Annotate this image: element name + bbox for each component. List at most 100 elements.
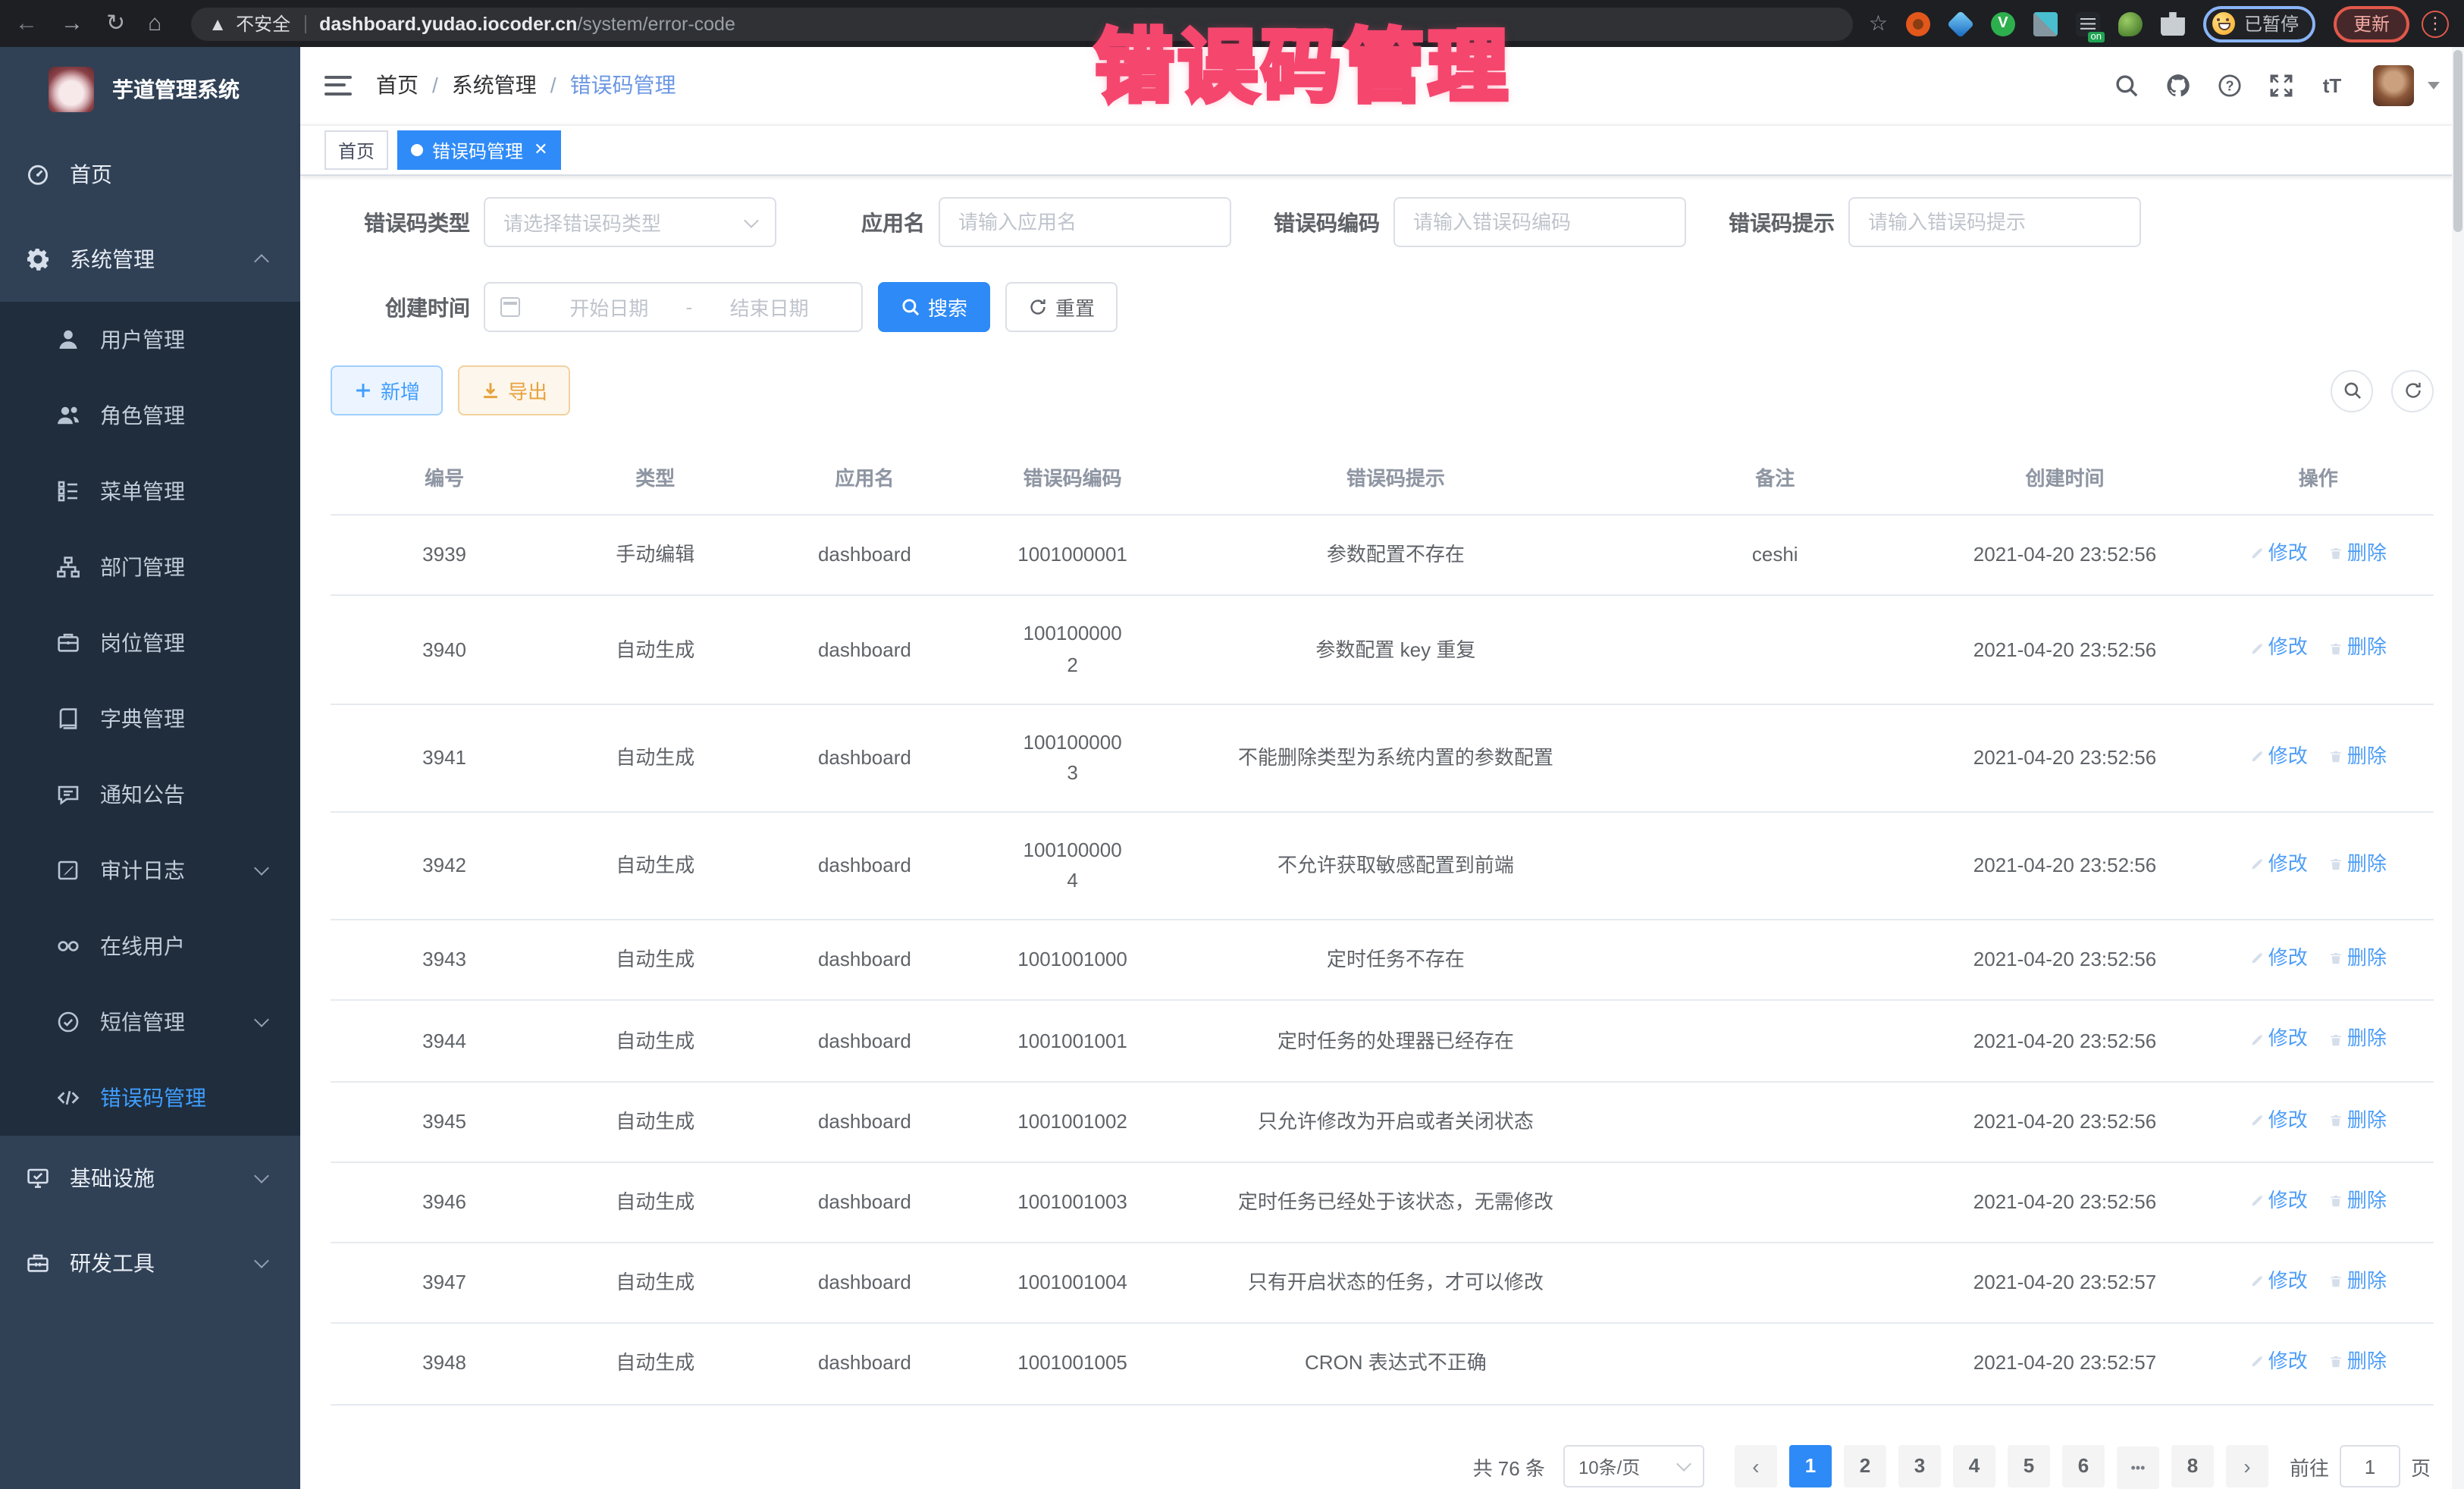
delete-link[interactable]: 删除 bbox=[2329, 1024, 2387, 1055]
start-date-placeholder[interactable]: 开始日期 bbox=[532, 293, 686, 321]
prev-page-button[interactable]: ‹ bbox=[1735, 1446, 1777, 1488]
hamburger-icon[interactable] bbox=[324, 76, 352, 96]
sidebar-item-infrastructure[interactable]: 基础设施 bbox=[0, 1136, 300, 1221]
sidebar-item-system[interactable]: 系统管理 bbox=[0, 217, 300, 302]
sidebar-item-user[interactable]: 用户管理 bbox=[0, 302, 300, 378]
browser-update-button[interactable]: 更新 bbox=[2334, 5, 2409, 42]
user-avatar[interactable] bbox=[2373, 65, 2414, 106]
cell-hint: 只有开启状态的任务，才可以修改 bbox=[1168, 1243, 1623, 1323]
browser-home-icon[interactable]: ⌂ bbox=[148, 12, 161, 35]
extension-green-v-icon[interactable]: V bbox=[1991, 11, 2015, 36]
end-date-placeholder[interactable]: 结束日期 bbox=[692, 293, 846, 321]
sidebar-item-role[interactable]: 角色管理 bbox=[0, 378, 300, 453]
refresh-table-button[interactable] bbox=[2391, 369, 2434, 412]
extension-leaf-icon[interactable] bbox=[2118, 11, 2143, 36]
browser-menu-icon[interactable]: ⋮ bbox=[2422, 10, 2449, 37]
delete-link[interactable]: 删除 bbox=[2329, 1266, 2387, 1296]
browser-forward-icon[interactable]: → bbox=[61, 12, 83, 35]
delete-link[interactable]: 删除 bbox=[2329, 1347, 2387, 1378]
app-name-input[interactable] bbox=[939, 197, 1231, 247]
next-page-button[interactable]: › bbox=[2226, 1446, 2268, 1488]
cell-id: 3940 bbox=[331, 596, 558, 704]
extensions-puzzle-icon[interactable] bbox=[2161, 11, 2185, 36]
toggle-search-button[interactable] bbox=[2331, 369, 2373, 412]
delete-link[interactable]: 删除 bbox=[2329, 538, 2387, 569]
cell-hint: 参数配置 key 重复 bbox=[1168, 596, 1623, 704]
bookmark-star-icon[interactable]: ☆ bbox=[1869, 11, 1888, 36]
edit-link[interactable]: 修改 bbox=[2250, 944, 2308, 974]
error-type-select[interactable]: 请选择错误码类型 bbox=[484, 197, 776, 247]
page-button-8[interactable]: 8 bbox=[2171, 1444, 2214, 1487]
github-icon[interactable] bbox=[2164, 72, 2191, 99]
add-button[interactable]: 新增 bbox=[331, 365, 443, 415]
sidebar-item-error-code[interactable]: 错误码管理 bbox=[0, 1060, 300, 1136]
error-hint-input[interactable] bbox=[1848, 197, 2141, 247]
goto-page-input[interactable] bbox=[2340, 1446, 2400, 1488]
page-button-2[interactable]: 2 bbox=[1844, 1444, 1886, 1487]
browser-reload-icon[interactable]: ↻ bbox=[106, 12, 125, 35]
page-button-6[interactable]: 6 bbox=[2062, 1444, 2105, 1487]
breadcrumb-system[interactable]: 系统管理 bbox=[452, 71, 537, 101]
avatar-caret-down-icon[interactable] bbox=[2428, 82, 2440, 89]
delete-link[interactable]: 删除 bbox=[2329, 849, 2387, 879]
sidebar-item-devtools[interactable]: 研发工具 bbox=[0, 1221, 300, 1306]
tag-error-code[interactable]: 错误码管理 ✕ bbox=[397, 130, 561, 170]
create-time-range-picker[interactable]: 开始日期 - 结束日期 bbox=[484, 282, 863, 332]
url-bar[interactable]: ▲ 不安全 dashboard.yudao.iocoder.cn /system… bbox=[190, 7, 1854, 40]
app-logo-row[interactable]: 芋道管理系统 bbox=[0, 47, 300, 132]
extension-paused-badge[interactable]: 已暂停 bbox=[2203, 5, 2315, 42]
page-button-5[interactable]: 5 bbox=[2008, 1444, 2050, 1487]
search-icon[interactable] bbox=[2112, 72, 2140, 99]
sidebar-item-online-user[interactable]: 在线用户 bbox=[0, 908, 300, 984]
cell-code: 1001001003 bbox=[977, 1162, 1168, 1243]
extension-orange-icon[interactable] bbox=[1906, 11, 1930, 36]
edit-link[interactable]: 修改 bbox=[2250, 1347, 2308, 1378]
sidebar-item-audit-log[interactable]: 审计日志 bbox=[0, 832, 300, 908]
page-scrollbar[interactable] bbox=[2452, 47, 2464, 1489]
sidebar-item-post[interactable]: 岗位管理 bbox=[0, 605, 300, 681]
help-icon[interactable]: ? bbox=[2215, 72, 2243, 99]
font-size-icon[interactable]: tT bbox=[2318, 72, 2346, 99]
page-size-select[interactable]: 10条/页 bbox=[1563, 1446, 1704, 1488]
edit-link[interactable]: 修改 bbox=[2250, 1186, 2308, 1216]
extension-on-badge-icon[interactable] bbox=[2076, 11, 2100, 36]
security-warning-icon[interactable]: ▲ bbox=[208, 13, 227, 34]
delete-link[interactable]: 删除 bbox=[2329, 1105, 2387, 1135]
tag-close-icon[interactable]: ✕ bbox=[534, 142, 547, 158]
sidebar-menu: 首页系统管理用户管理角色管理菜单管理部门管理岗位管理字典管理通知公告审计日志在线… bbox=[0, 132, 300, 1306]
page-button-4[interactable]: 4 bbox=[1953, 1444, 1995, 1487]
search-button[interactable]: 搜索 bbox=[878, 282, 990, 332]
sidebar-item-sms[interactable]: 短信管理 bbox=[0, 984, 300, 1060]
edit-link[interactable]: 修改 bbox=[2250, 538, 2308, 569]
fullscreen-icon[interactable] bbox=[2267, 72, 2294, 99]
sidebar-item-home[interactable]: 首页 bbox=[0, 132, 300, 217]
delete-link[interactable]: 删除 bbox=[2329, 944, 2387, 974]
delete-link[interactable]: 删除 bbox=[2329, 633, 2387, 663]
browser-back-icon[interactable]: ← bbox=[15, 12, 38, 35]
sidebar-item-menu[interactable]: 菜单管理 bbox=[0, 453, 300, 529]
reset-button[interactable]: 重置 bbox=[1005, 282, 1118, 332]
sidebar-item-notice[interactable]: 通知公告 bbox=[0, 757, 300, 832]
page-button-3[interactable]: 3 bbox=[1898, 1444, 1941, 1487]
error-code-input[interactable] bbox=[1393, 197, 1686, 247]
sidebar-item-dept[interactable]: 部门管理 bbox=[0, 529, 300, 605]
sidebar-item-dict[interactable]: 字典管理 bbox=[0, 681, 300, 757]
breadcrumb-home[interactable]: 首页 bbox=[376, 71, 419, 101]
edit-link[interactable]: 修改 bbox=[2250, 633, 2308, 663]
edit-link[interactable]: 修改 bbox=[2250, 741, 2308, 772]
edit-link[interactable]: 修改 bbox=[2250, 1024, 2308, 1055]
extension-grid-icon[interactable] bbox=[2033, 11, 2058, 36]
tag-home[interactable]: 首页 bbox=[324, 130, 388, 170]
edit-link[interactable]: 修改 bbox=[2250, 849, 2308, 879]
dashboard-icon bbox=[26, 162, 50, 187]
export-button[interactable]: 导出 bbox=[458, 365, 570, 415]
edit-link[interactable]: 修改 bbox=[2250, 1105, 2308, 1135]
page-ellipsis[interactable]: ••• bbox=[2117, 1447, 2159, 1489]
extension-gem-icon[interactable] bbox=[1947, 10, 1974, 37]
delete-link[interactable]: 删除 bbox=[2329, 1186, 2387, 1216]
scrollbar-thumb[interactable] bbox=[2453, 50, 2462, 232]
page-button-1[interactable]: 1 bbox=[1789, 1444, 1832, 1487]
edit-link[interactable]: 修改 bbox=[2250, 1266, 2308, 1296]
app-title: 芋道管理系统 bbox=[112, 74, 240, 105]
delete-link[interactable]: 删除 bbox=[2329, 741, 2387, 772]
